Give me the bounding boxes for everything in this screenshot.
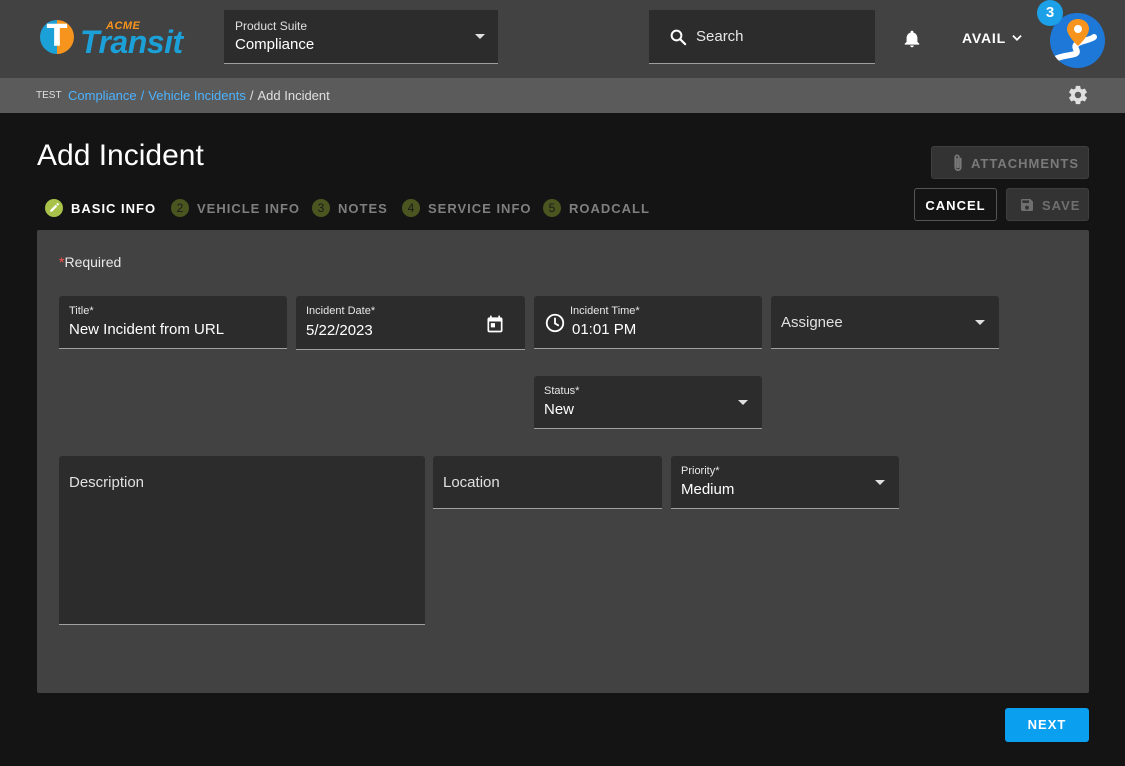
acme-transit-logo[interactable]: T ACME Transit xyxy=(40,18,192,62)
attachments-button[interactable]: ATTACHMENTS xyxy=(931,146,1089,179)
notification-count-badge: 3 xyxy=(1037,0,1063,26)
status-select[interactable]: Status* New xyxy=(534,376,762,429)
title-field[interactable]: Title* New Incident from URL xyxy=(59,296,287,349)
breadcrumb: Compliance / Vehicle Incidents / Add Inciden… xyxy=(68,88,330,103)
title-label: Title* xyxy=(69,305,94,317)
search-icon xyxy=(670,29,687,46)
breadcrumb-bar: TEST Compliance / Vehicle Incidents / Add In… xyxy=(0,78,1125,113)
notifications-bell-icon[interactable] xyxy=(902,28,922,50)
status-value: New xyxy=(544,401,575,418)
calendar-icon[interactable] xyxy=(485,314,505,334)
incident-date-label: Incident Date* xyxy=(306,305,376,317)
incident-time-value: 01:01 PM xyxy=(572,321,637,338)
gear-icon[interactable] xyxy=(1067,84,1089,106)
description-placeholder: Description xyxy=(69,474,145,491)
search-box[interactable]: Search xyxy=(649,10,875,64)
incident-date-value: 5/22/2023 xyxy=(306,322,373,339)
title-value: New Incident from URL xyxy=(69,321,225,338)
assignee-select[interactable]: Assignee xyxy=(771,296,999,349)
location-input[interactable]: Location xyxy=(433,456,662,509)
step-label: VEHICLE INFO xyxy=(197,200,301,216)
paperclip-icon xyxy=(954,154,962,172)
cancel-button[interactable]: CANCEL xyxy=(914,188,997,221)
incident-date-field[interactable]: Incident Date* 5/22/2023 xyxy=(296,296,525,350)
product-suite-select[interactable]: Product Suite Compliance xyxy=(224,10,498,64)
attachments-label: ATTACHMENTS xyxy=(971,156,1080,171)
step-label: SERVICE INFO xyxy=(428,200,532,216)
save-button[interactable]: SAVE xyxy=(1006,188,1089,221)
incident-time-field[interactable]: Incident Time* 01:01 PM xyxy=(534,296,762,349)
step-number: 2 xyxy=(171,199,189,217)
step-label: NOTES xyxy=(338,200,388,216)
step-number: 4 xyxy=(402,199,420,217)
status-label: Status* xyxy=(544,385,580,397)
dropdown-arrow-icon xyxy=(475,34,485,39)
incident-time-label: Incident Time* xyxy=(570,305,640,317)
breadcrumb-separator: / xyxy=(249,88,254,103)
breadcrumb-compliance-link[interactable]: Compliance xyxy=(68,88,137,103)
next-button[interactable]: NEXT xyxy=(1005,708,1089,742)
page-title: Add Incident xyxy=(37,139,204,172)
step-number: 5 xyxy=(543,199,561,217)
priority-select[interactable]: Priority* Medium xyxy=(671,456,899,509)
location-placeholder: Location xyxy=(443,474,500,491)
step-service-info[interactable]: 4 SERVICE INFO xyxy=(402,198,532,218)
product-suite-value: Compliance xyxy=(235,36,315,53)
step-label: ROADCALL xyxy=(569,200,650,216)
priority-value: Medium xyxy=(681,481,735,498)
dropdown-arrow-icon xyxy=(738,400,748,405)
dropdown-arrow-icon xyxy=(975,320,985,325)
required-note: *Required xyxy=(59,254,121,270)
step-basic-info[interactable]: BASIC INFO xyxy=(45,198,156,218)
top-bar: T ACME Transit Product Suite Compliance … xyxy=(0,0,1125,78)
logo-transit-text: Transit xyxy=(80,24,183,60)
breadcrumb-separator: / xyxy=(140,88,145,103)
description-textarea[interactable]: Description xyxy=(59,456,425,625)
step-notes[interactable]: 3 NOTES xyxy=(312,198,388,218)
chevron-down-icon[interactable] xyxy=(1010,31,1024,45)
search-label: Search xyxy=(696,28,744,45)
required-text: Required xyxy=(64,254,122,270)
user-menu-label[interactable]: AVAIL xyxy=(962,30,1006,46)
logo-letter: T xyxy=(46,19,68,54)
breadcrumb-current: Add Incident xyxy=(257,88,330,103)
step-label: BASIC INFO xyxy=(71,200,157,216)
product-suite-label: Product Suite xyxy=(235,19,308,33)
step-roadcall[interactable]: 5 ROADCALL xyxy=(543,198,650,218)
assignee-placeholder: Assignee xyxy=(781,314,843,331)
clock-icon[interactable] xyxy=(544,312,566,334)
dropdown-arrow-icon xyxy=(875,480,885,485)
save-disk-icon xyxy=(1021,199,1033,211)
save-label: SAVE xyxy=(1042,198,1081,213)
environment-label: TEST xyxy=(36,90,62,101)
step-vehicle-info[interactable]: 2 VEHICLE INFO xyxy=(171,198,300,218)
step-edit-icon xyxy=(45,199,63,217)
step-number: 3 xyxy=(312,199,330,217)
breadcrumb-vehicle-incidents-link[interactable]: Vehicle Incidents xyxy=(148,88,246,103)
priority-label: Priority* xyxy=(681,465,720,477)
